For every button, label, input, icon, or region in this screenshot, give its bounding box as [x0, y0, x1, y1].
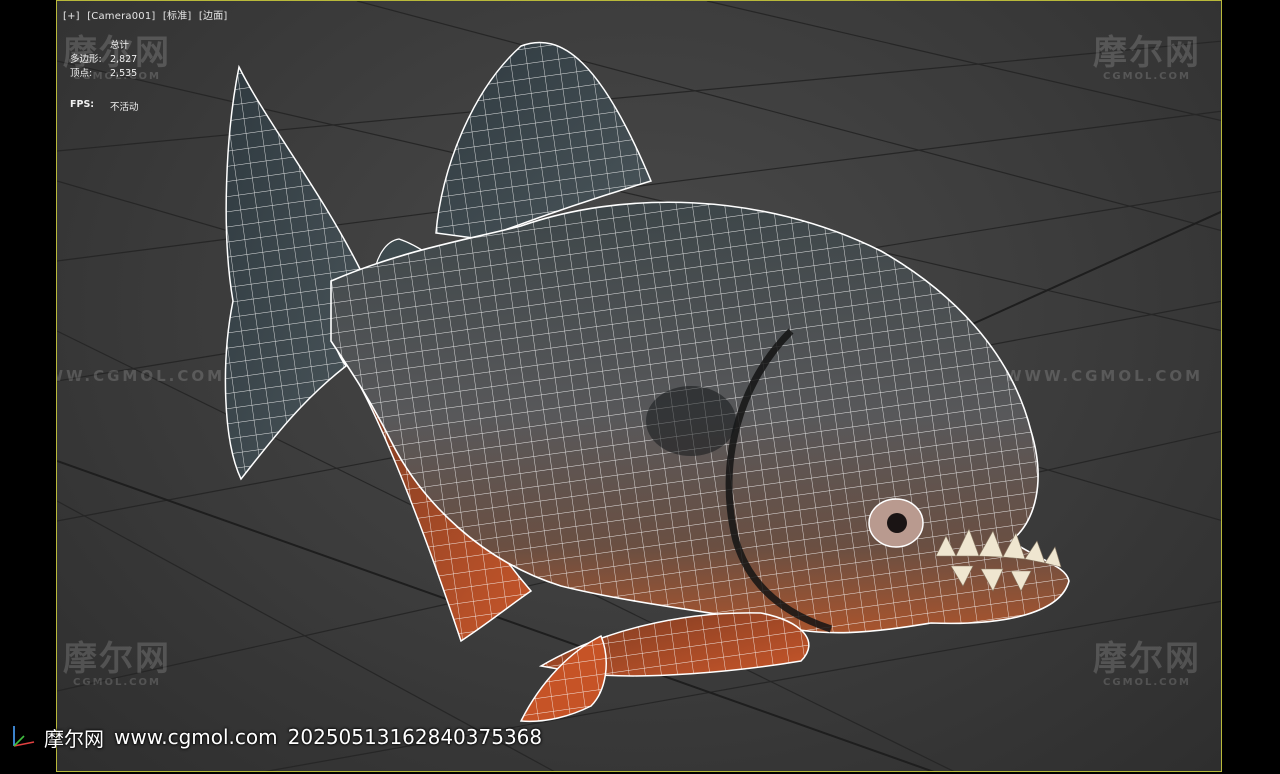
- perspective-viewport[interactable]: [+] [Camera001] [标准] [边面] 总计 多边形: 2,827 …: [56, 0, 1222, 772]
- footer-brand: 摩尔网: [44, 726, 104, 751]
- viewport-label[interactable]: [+] [Camera001] [标准] [边面]: [63, 7, 232, 22]
- watermark-logo-top-right: 摩尔网 CGMOL.COM: [1093, 33, 1201, 82]
- watermark-site-left: WWW.CGMOL.COM: [57, 367, 226, 385]
- watermark-logo-bottom-left: 摩尔网 CGMOL.COM: [63, 639, 171, 688]
- right-black-strip: [1222, 0, 1280, 774]
- piranha-model: [224, 41, 1070, 723]
- viewport-menu-plus[interactable]: [+]: [63, 11, 80, 22]
- fps-label: FPS:: [70, 99, 95, 110]
- footer-caption: 摩尔网 www.cgmol.com 20250513162840375368: [8, 722, 542, 752]
- axis-gizmo-icon: [13, 726, 35, 747]
- watermark-site-right: WWW.CGMOL.COM: [1005, 367, 1204, 385]
- fps-value: 不活动: [110, 102, 139, 113]
- footer-url: www.cgmol.com: [114, 725, 278, 749]
- viewport-camera-menu[interactable]: [Camera001]: [87, 11, 155, 22]
- footer-id: 20250513162840375368: [287, 725, 543, 749]
- viewport-shading-menu[interactable]: [标准]: [163, 11, 192, 22]
- viewport-scene: [57, 1, 1221, 771]
- watermark-logo-top-left: 摩尔网 CGMOL.COM: [63, 33, 171, 82]
- viewport-display-menu[interactable]: [边面]: [199, 11, 228, 22]
- watermark-logo-bottom-right: 摩尔网 CGMOL.COM: [1093, 639, 1201, 688]
- fps-readout: FPS: 不活动: [70, 99, 139, 113]
- left-black-strip: [0, 0, 56, 774]
